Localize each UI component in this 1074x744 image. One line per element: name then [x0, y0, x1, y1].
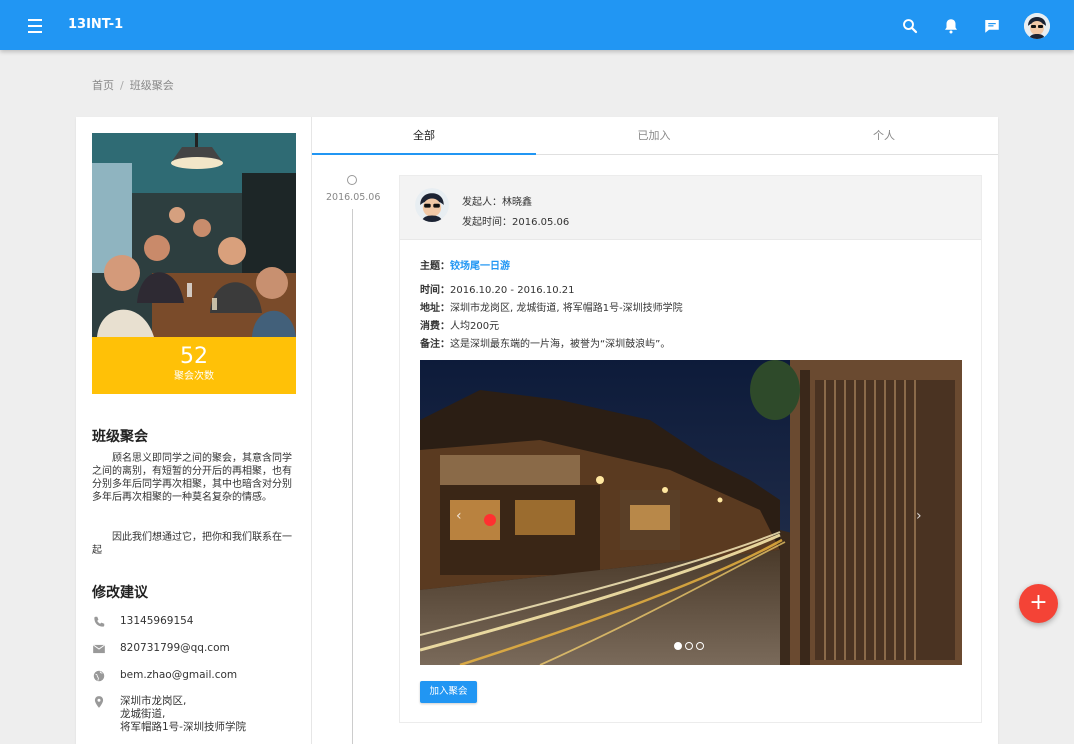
address-line: 深圳市龙岗区, — [120, 695, 187, 707]
user-avatar[interactable] — [1024, 13, 1050, 39]
event-address: 地址：深圳市龙岗区, 龙城街道, 将军帽路1号-深圳技师学院 — [420, 299, 683, 314]
timeline-line — [352, 209, 353, 744]
carousel-dot[interactable] — [696, 642, 704, 650]
main-card: 52 聚会次数 班级聚会 顾名思义即同学之间的聚会，其意含同学之间的离别，有短暂… — [76, 117, 998, 744]
event-card: 发起人：林晓鑫 发起时间：2016.05.06 主题：铰场尾一日游 时间：201… — [399, 175, 982, 723]
organizer-avatar[interactable] — [415, 188, 449, 222]
topic-label: 主题： — [420, 261, 450, 272]
breadcrumb-home[interactable]: 首页 — [92, 79, 114, 92]
event-time: 时间：2016.10.20 - 2016.10.21 — [420, 281, 574, 296]
topic-link[interactable]: 铰场尾一日游 — [450, 261, 510, 272]
carousel-dot[interactable] — [674, 642, 682, 650]
menu-icon[interactable] — [24, 15, 46, 35]
message-icon[interactable] — [983, 17, 1001, 35]
carousel-next-icon[interactable]: › — [916, 508, 922, 524]
created-line: 发起时间：2016.05.06 — [462, 213, 569, 228]
filter-tabs: 全部 已加入 个人 — [312, 117, 998, 155]
address-line: 将军帽路1号-深圳技师学院 — [120, 721, 246, 733]
join-party-button[interactable]: 加入聚会 — [420, 681, 477, 703]
email-address[interactable]: 820731799@qq.com — [120, 642, 230, 655]
carousel-prev-icon[interactable]: ‹ — [456, 508, 462, 524]
cost-label: 消费： — [420, 321, 450, 332]
notification-icon[interactable] — [942, 17, 960, 35]
phone-number[interactable]: 13145969154 — [120, 615, 194, 628]
address-text: 深圳市龙岗区, 龙城街道, 将军帽路1号-深圳技师学院 — [120, 695, 246, 734]
app-title: 13INT-1 — [68, 17, 124, 32]
about-title: 班级聚会 — [92, 429, 148, 445]
address-label: 地址： — [420, 303, 450, 314]
note-value: 这是深圳最东端的一片海，被誉为“深圳鼓浪屿”。 — [450, 339, 671, 350]
contact-address: 深圳市龙岗区, 龙城街道, 将军帽路1号-深圳技师学院 — [92, 695, 292, 737]
tab-personal[interactable]: 个人 — [772, 117, 996, 155]
note-label: 备注： — [420, 339, 450, 350]
location-pin-icon — [94, 696, 104, 708]
created-label: 发起时间： — [462, 217, 512, 228]
profile-sidebar: 52 聚会次数 班级聚会 顾名思义即同学之间的聚会，其意含同学之间的离别，有短暂… — [76, 117, 312, 744]
cost-value: 人均200元 — [450, 321, 500, 332]
tab-all[interactable]: 全部 — [312, 117, 536, 155]
party-photo — [92, 133, 296, 337]
party-count: 52 — [180, 344, 208, 369]
add-fab-button[interactable]: + — [1019, 584, 1058, 623]
timeline-date: 2016.05.06 — [326, 192, 381, 203]
event-topic: 主题：铰场尾一日游 — [420, 257, 510, 272]
organizer-line: 发起人：林晓鑫 — [462, 193, 532, 208]
address-line: 龙城街道, — [120, 708, 166, 720]
time-label: 时间： — [420, 285, 450, 296]
top-app-bar: 13INT-1 — [0, 0, 1074, 50]
event-carousel[interactable]: ‹ › — [420, 360, 962, 665]
mail-icon — [92, 644, 106, 654]
time-value: 2016.10.20 - 2016.10.21 — [450, 285, 575, 296]
organizer-name: 林晓鑫 — [502, 197, 532, 208]
search-icon[interactable] — [901, 17, 919, 35]
event-header: 发起人：林晓鑫 发起时间：2016.05.06 — [400, 176, 981, 240]
timeline-marker — [347, 175, 357, 185]
breadcrumb: 首页 / 班级聚会 — [92, 77, 174, 93]
party-count-label: 聚会次数 — [174, 371, 214, 382]
suggest-title: 修改建议 — [92, 585, 148, 601]
gmail-address[interactable]: bem.zhao@gmail.com — [120, 669, 237, 682]
tab-joined[interactable]: 已加入 — [542, 117, 766, 155]
address-value: 深圳市龙岗区, 龙城街道, 将军帽路1号-深圳技师学院 — [450, 303, 683, 314]
carousel-indicators — [674, 640, 707, 653]
organizer-label: 发起人： — [462, 197, 502, 208]
about-paragraph: 因此我们想通过它，把你和我们联系在一起 — [92, 532, 292, 556]
stats-box: 52 聚会次数 — [92, 337, 296, 394]
globe-icon — [93, 670, 105, 682]
event-note: 备注：这是深圳最东端的一片海，被誉为“深圳鼓浪屿”。 — [420, 335, 670, 350]
breadcrumb-current: 班级聚会 — [129, 79, 174, 92]
carousel-dot[interactable] — [685, 642, 693, 650]
created-date: 2016.05.06 — [512, 217, 570, 228]
phone-icon — [94, 616, 105, 627]
about-paragraph: 顾名思义即同学之间的聚会，其意含同学之间的离别，有短暂的分开后的再相聚，也有分别… — [92, 453, 292, 503]
event-cost: 消费：人均200元 — [420, 317, 499, 332]
breadcrumb-separator: / — [120, 79, 124, 92]
